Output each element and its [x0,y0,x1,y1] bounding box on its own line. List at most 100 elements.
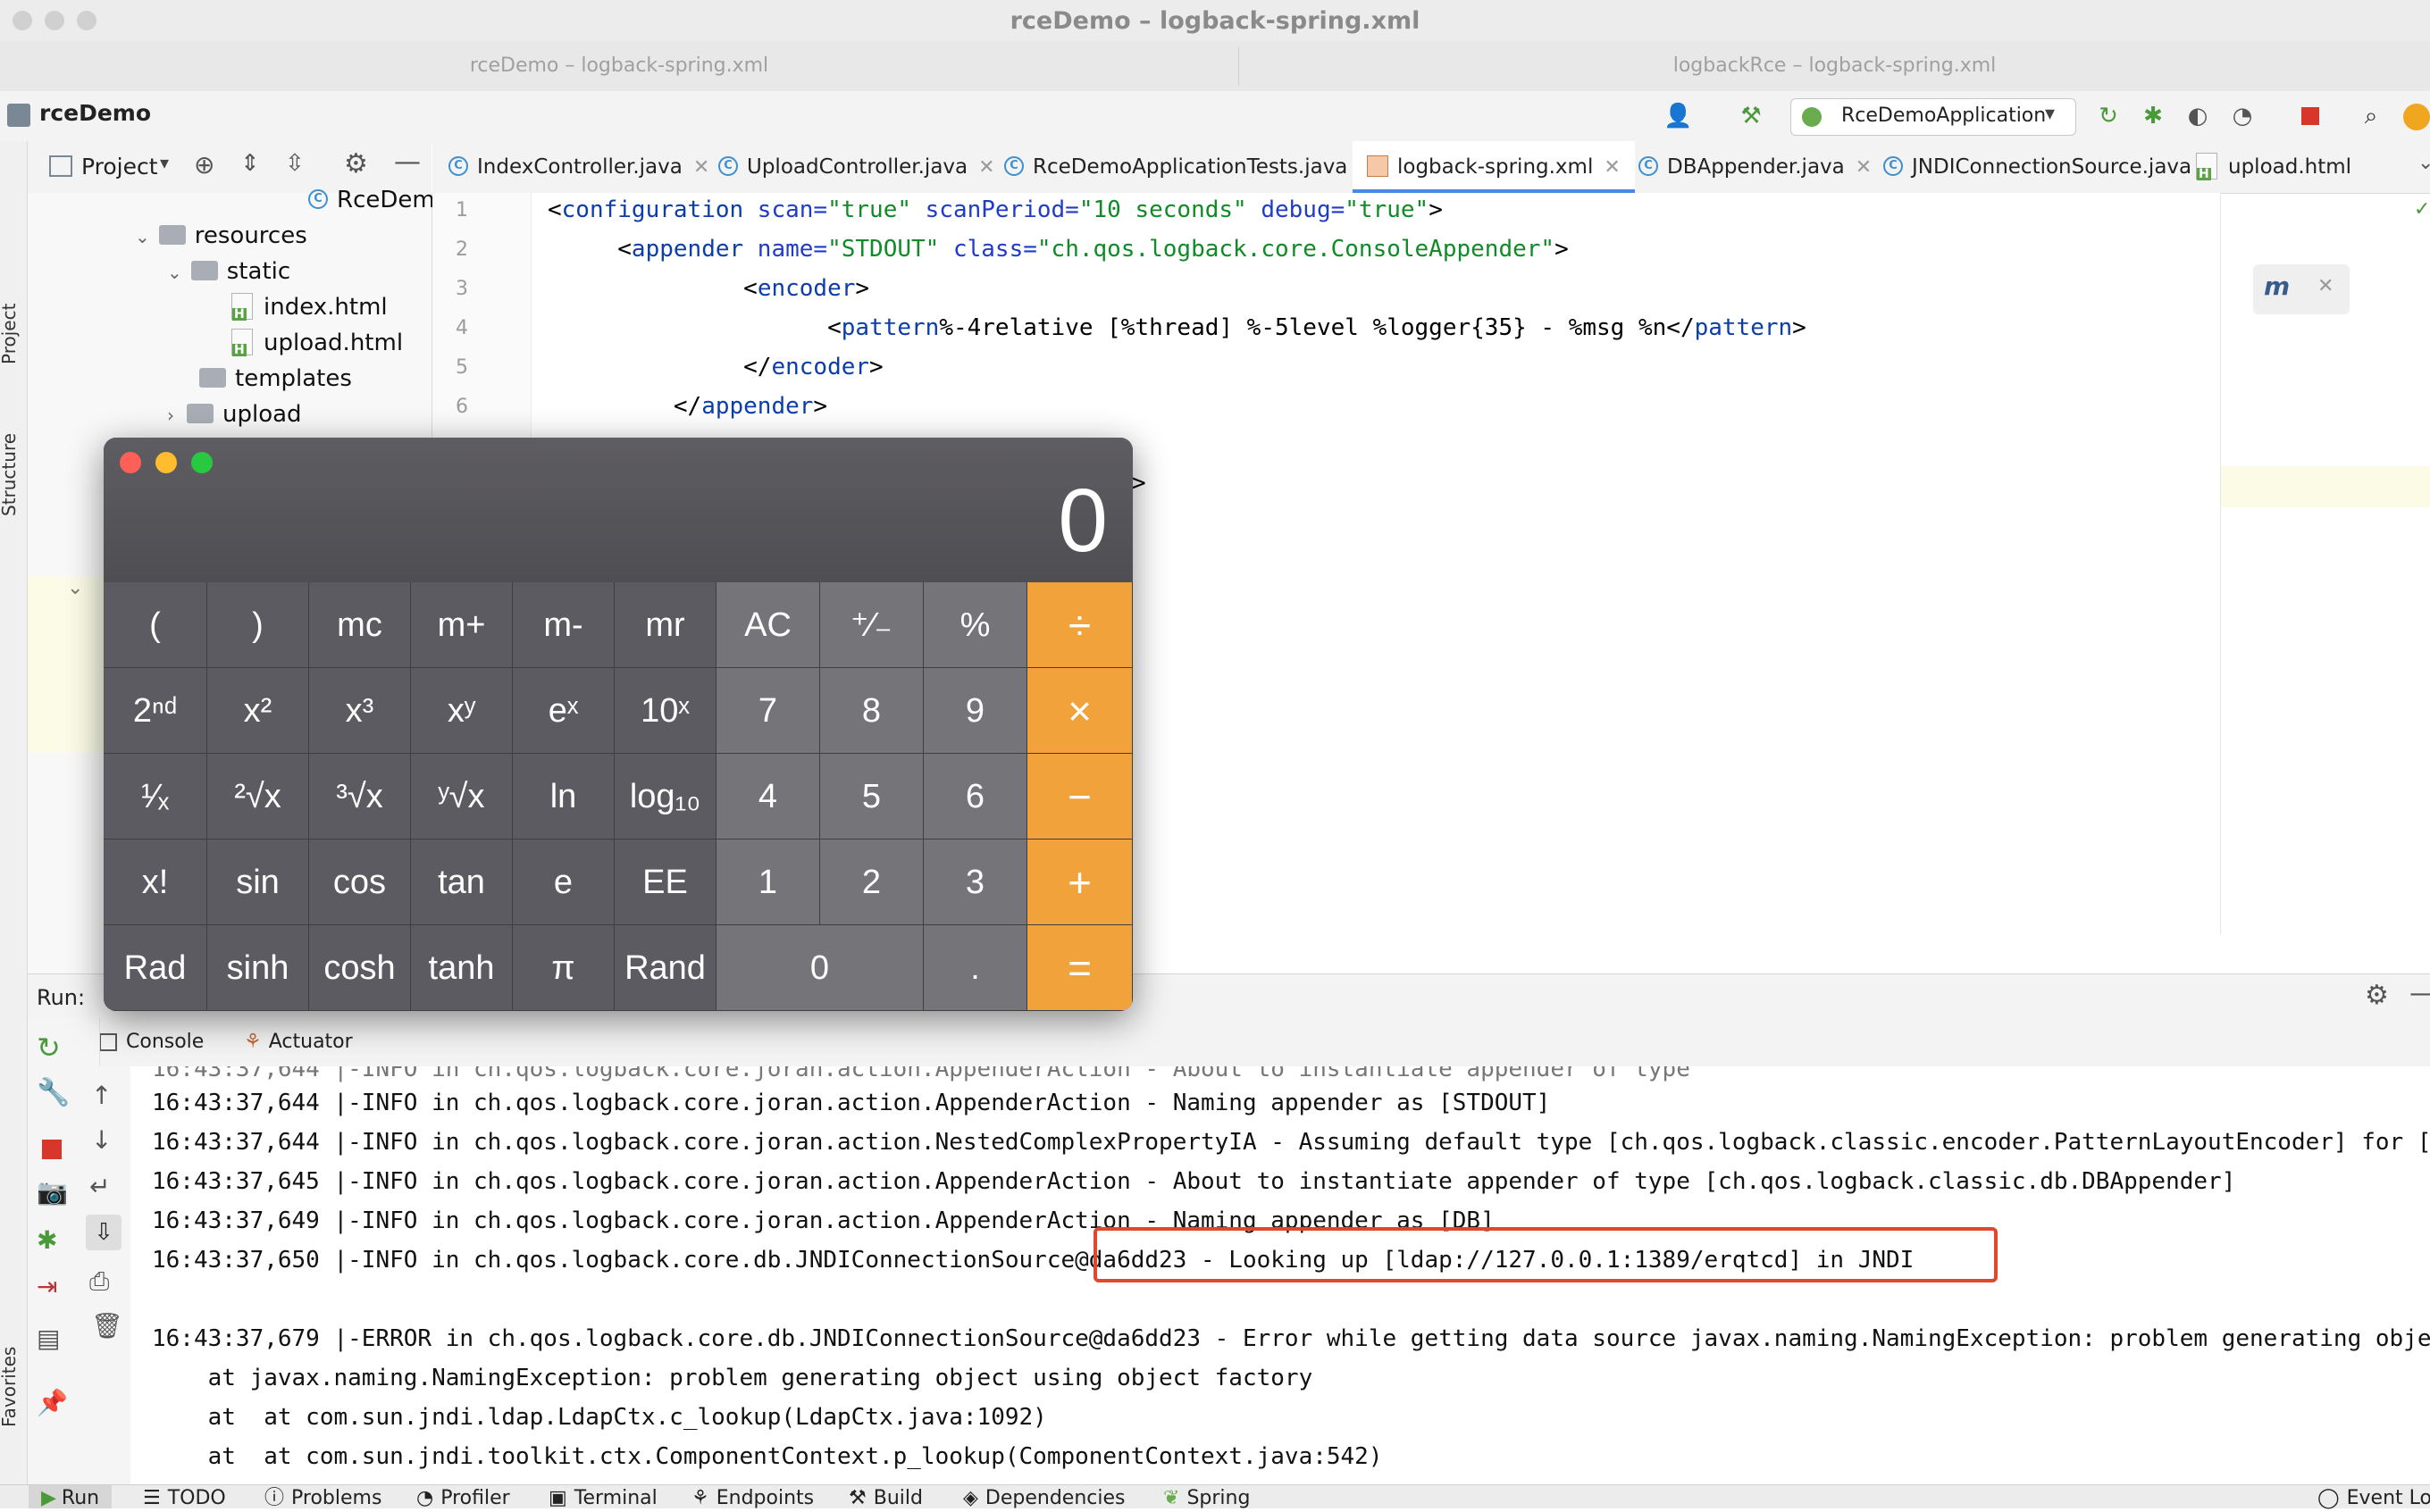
calc-key[interactable]: 5 [820,754,924,840]
calc-key[interactable]: ¹∕ₓ [104,754,207,840]
calc-key[interactable]: AC [716,582,820,668]
minimize-window-icon[interactable] [155,452,177,473]
close-icon[interactable]: ✕ [693,156,709,179]
calc-key[interactable]: ln [513,754,615,840]
tree-item-upload-html[interactable]: upload.html [231,325,403,361]
calc-key[interactable]: EE [615,840,716,925]
calc-key[interactable]: ²√x [207,754,309,840]
calc-key[interactable]: 2 [820,840,924,925]
calc-key[interactable]: 0 [716,925,924,1011]
calc-key[interactable]: e [513,840,615,925]
arrow-up-icon[interactable]: ↑ [91,1081,112,1110]
chevron-right-icon[interactable]: › [167,405,174,426]
tree-item-index-html[interactable]: index.html [231,289,388,325]
arrow-down-icon[interactable]: ↓ [91,1125,112,1155]
tab-dbappender[interactable]: C DBAppender.java ✕ [1638,141,1872,193]
close-icon[interactable]: ✕ [2317,275,2334,297]
tab-jndi-connection-source[interactable]: CJNDIConnectionSource.java✕ [1883,141,2219,193]
calc-key[interactable]: ( [104,582,207,668]
calc-key[interactable]: 3 [924,840,1027,925]
close-icon[interactable]: ✕ [1604,156,1620,179]
calc-key[interactable]: 7 [716,668,820,754]
project-name[interactable]: rceDemo [39,100,151,126]
calc-key[interactable]: ) [207,582,309,668]
calc-key[interactable]: % [924,582,1027,668]
tab-console[interactable]: Console [99,1018,204,1066]
calc-key[interactable]: xʸ [411,668,513,754]
window-tab-rcedemo[interactable]: rceDemo – logback-spring.xml [0,41,1238,91]
user-icon[interactable]: 👤 [1663,102,1692,130]
chevron-down-icon[interactable]: ⌄ [135,226,150,247]
chevron-down-icon[interactable]: ▾ [160,152,169,173]
stop-icon[interactable] [42,1140,62,1159]
print-icon[interactable]: ⎙ [89,1266,109,1297]
tree-item-upload[interactable]: › upload [167,397,302,432]
chevron-down-icon[interactable]: ⌄ [2417,152,2430,174]
rerun-icon[interactable]: ↻ [2094,102,2123,130]
wrench-icon[interactable]: 🔧 [37,1077,70,1108]
calc-key[interactable]: ÷ [1027,582,1133,668]
calc-key[interactable]: . [924,925,1027,1011]
bottom-tab-todo[interactable]: ☰ TODO [143,1485,226,1509]
calc-key[interactable]: Rand [615,925,716,1011]
chevron-down-icon[interactable]: ⌄ [167,262,182,283]
calc-key[interactable]: 4 [716,754,820,840]
gear-icon[interactable]: ⚙ [2365,980,2389,1011]
calc-key[interactable]: Rad [104,925,207,1011]
update-icon[interactable] [2403,104,2430,130]
bottom-tab-dependencies[interactable]: ◈ Dependencies [963,1485,1126,1509]
calc-key[interactable]: log₁₀ [615,754,716,840]
bottom-tab-spring[interactable]: ❦ Spring [1163,1485,1250,1509]
tree-item-static[interactable]: ⌄ static [167,254,290,289]
run-config-select[interactable]: RceDemoApplication ▾ [1790,98,2076,136]
tab-index-controller[interactable]: C IndexController.java ✕ [448,141,709,193]
calc-key[interactable]: 1 [716,840,820,925]
calc-key[interactable]: sin [207,840,309,925]
project-view-select[interactable]: Project [81,154,158,180]
bottom-tab-terminal[interactable]: ▣ Terminal [549,1485,658,1509]
hide-panel-icon[interactable]: — [394,146,421,178]
calc-key[interactable]: tan [411,840,513,925]
calc-key[interactable]: mr [615,582,716,668]
scroll-to-end-icon[interactable]: ⇩ [86,1215,122,1250]
calc-key[interactable]: x² [207,668,309,754]
trash-icon[interactable]: 🗑 [91,1311,123,1341]
calc-key[interactable]: eˣ [513,668,615,754]
bottom-tab-build[interactable]: ⚒ Build [849,1485,923,1509]
stop-icon[interactable] [2301,107,2319,125]
calc-key[interactable]: m+ [411,582,513,668]
maven-reload-badge[interactable]: m ✕ [2253,264,2350,314]
tab-upload-html[interactable]: upload.html [2196,141,2351,193]
profile-icon[interactable]: ◔ [2228,102,2257,130]
tab-rcedemo-application-tests[interactable]: CRceDemoApplicationTests.java✕ [1004,141,1375,193]
chevron-down-icon[interactable]: ⌄ [67,577,83,599]
calc-key[interactable]: x³ [309,668,411,754]
tree-item-templates[interactable]: templates [199,361,352,397]
maven-icon[interactable]: m [2264,271,2290,301]
calc-key[interactable]: tanh [411,925,513,1011]
tab-actuator[interactable]: ⚘ Actuator [244,1018,353,1066]
tab-upload-controller[interactable]: C UploadController.java ✕ [718,141,995,193]
gear-icon[interactable]: ⚙ [344,148,368,180]
locate-target-icon[interactable]: ⊕ [194,150,214,180]
zoom-window-icon[interactable] [191,452,213,473]
close-window-icon[interactable] [120,452,141,473]
calc-key[interactable]: mc [309,582,411,668]
window-tab-logbackrce[interactable]: logbackRce – logback-spring.xml [1239,41,2430,91]
structure-tool-tab[interactable]: Structure [0,433,20,516]
calc-key[interactable]: ³√x [309,754,411,840]
login-icon[interactable]: ⇥ [37,1272,57,1301]
calc-key[interactable]: ʸ√x [411,754,513,840]
bottom-tab-run[interactable]: ▶ Run [29,1485,113,1509]
hide-panel-icon[interactable]: — [2409,978,2430,1009]
build-hammer-icon[interactable]: ⚒ [1737,102,1765,130]
close-icon[interactable]: ✕ [1856,156,1872,179]
close-icon[interactable]: ✕ [978,156,994,179]
bottom-tab-problems[interactable]: ⓘ Problems [264,1485,381,1509]
soft-wrap-icon[interactable]: ↵ [89,1172,110,1201]
expand-all-icon[interactable]: ⇕ [240,150,260,177]
calc-key[interactable]: 10ˣ [615,668,716,754]
calc-key[interactable]: cos [309,840,411,925]
bottom-tab-endpoints[interactable]: ⚘ Endpoints [691,1485,814,1509]
calc-key[interactable]: 2ⁿᵈ [104,668,207,754]
